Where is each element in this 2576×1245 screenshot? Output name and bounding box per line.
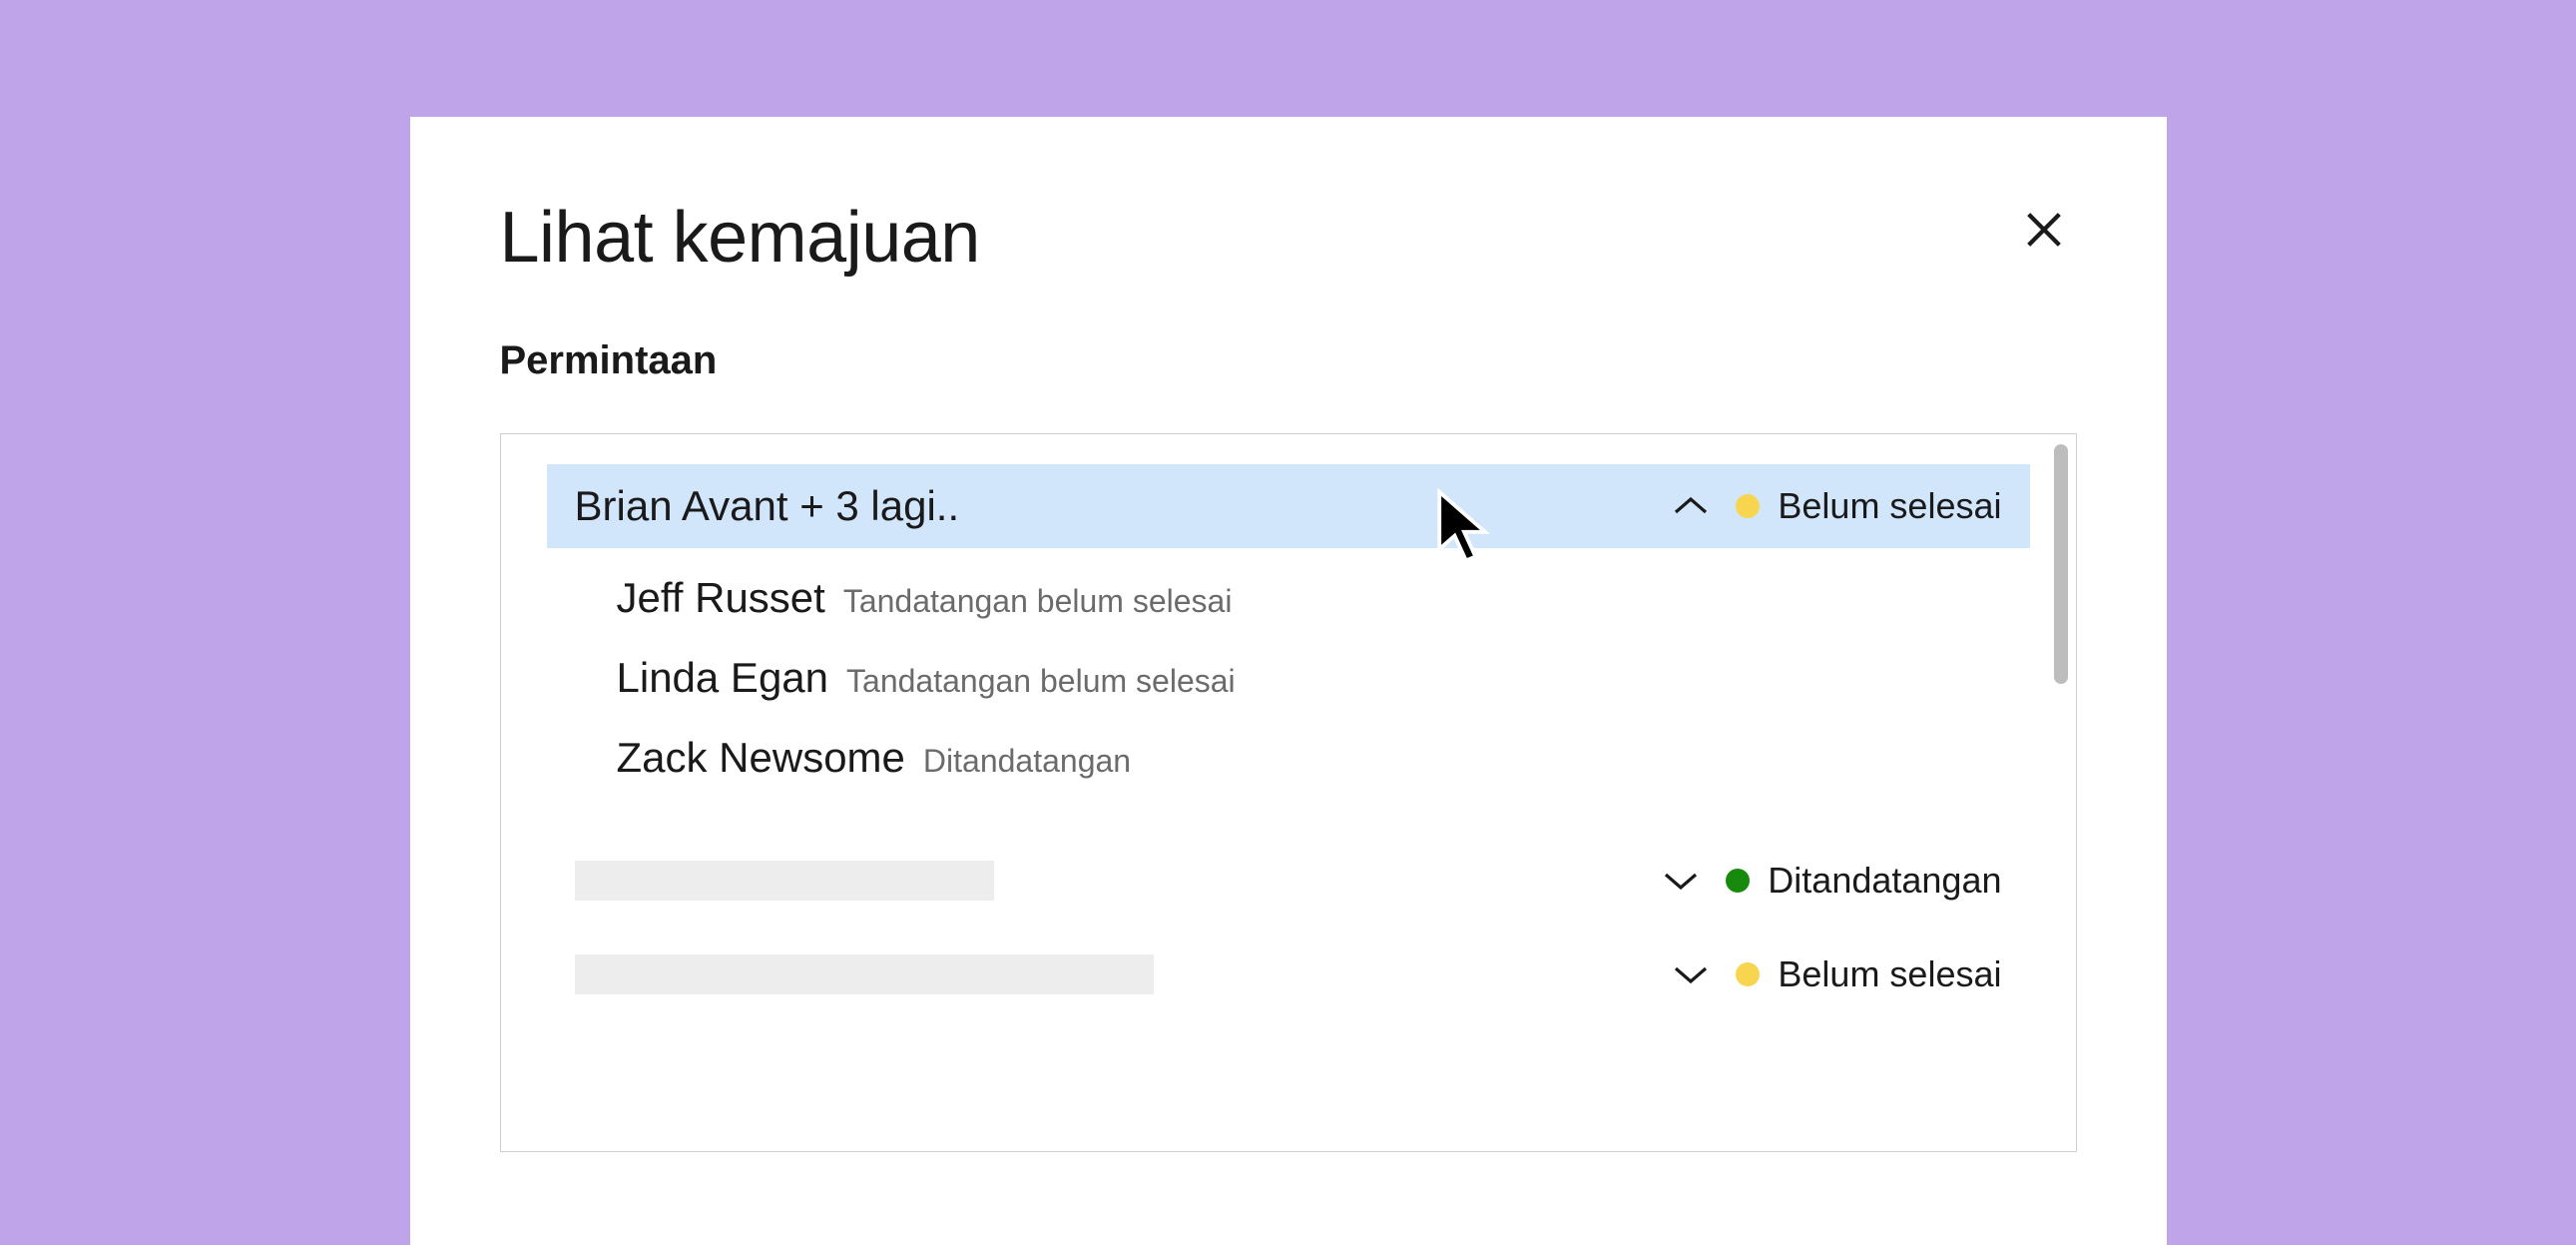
- chevron-down-icon[interactable]: [1662, 870, 1700, 892]
- signer-name: Zack Newsome: [617, 734, 905, 782]
- status-dot: [1736, 962, 1760, 986]
- status-label: Ditandatangan: [1768, 860, 2001, 902]
- placeholder-bar: [575, 954, 1154, 994]
- chevron-down-icon[interactable]: [1672, 963, 1710, 985]
- request-row-right: Belum selesai: [1672, 485, 2001, 527]
- request-row[interactable]: Ditandatangan: [547, 840, 2030, 922]
- placeholder-bar: [575, 861, 994, 901]
- signer-status: Tandatangan belum selesai: [846, 663, 1236, 700]
- request-row-right: Belum selesai: [1672, 953, 2001, 995]
- status-dot: [1736, 494, 1760, 518]
- list-item: Zack Newsome Ditandatangan: [617, 718, 2030, 798]
- list-item: Linda Egan Tandatangan belum selesai: [617, 638, 2030, 718]
- signer-status: Tandatangan belum selesai: [843, 583, 1233, 620]
- chevron-up-icon[interactable]: [1672, 495, 1710, 517]
- signer-name: Jeff Russet: [617, 574, 825, 622]
- status-label: Belum selesai: [1778, 485, 2001, 527]
- request-row[interactable]: Belum selesai: [547, 934, 2030, 1015]
- section-label: Permintaan: [500, 338, 2077, 383]
- requests-list: Brian Avant + 3 lagi.. Belum selesai Jef…: [500, 433, 2077, 1152]
- status-dot: [1726, 869, 1750, 893]
- request-name: Brian Avant + 3 lagi..: [575, 482, 960, 530]
- progress-modal: Lihat kemajuan Permintaan Brian Avant + …: [410, 117, 2167, 1245]
- scrollbar[interactable]: [2054, 444, 2068, 684]
- modal-title: Lihat kemajuan: [500, 197, 2077, 279]
- request-row[interactable]: Brian Avant + 3 lagi.. Belum selesai: [547, 464, 2030, 548]
- close-icon: [2021, 240, 2067, 257]
- request-sub-list: Jeff Russet Tandatangan belum selesai Li…: [547, 548, 2030, 828]
- status-label: Belum selesai: [1778, 953, 2001, 995]
- signer-status: Ditandatangan: [923, 743, 1131, 780]
- close-button[interactable]: [2021, 207, 2067, 258]
- signer-name: Linda Egan: [617, 654, 829, 702]
- list-item: Jeff Russet Tandatangan belum selesai: [617, 558, 2030, 638]
- request-row-right: Ditandatangan: [1662, 860, 2001, 902]
